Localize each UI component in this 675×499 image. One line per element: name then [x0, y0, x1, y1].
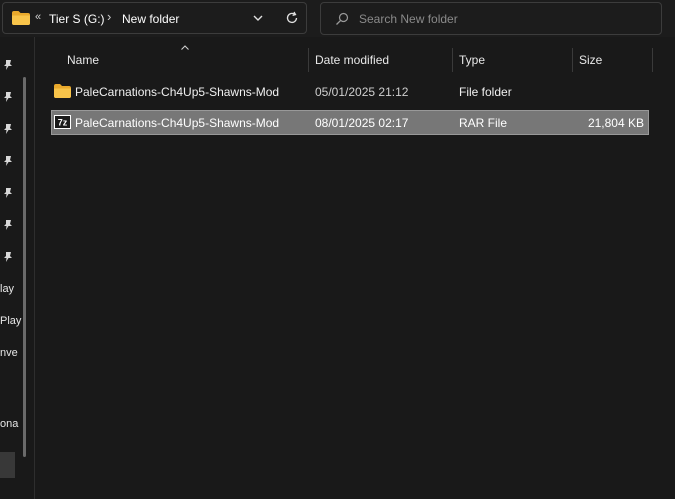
column-divider[interactable] [572, 48, 573, 72]
pin-icon[interactable] [3, 187, 13, 199]
file-type: RAR File [459, 116, 508, 130]
svg-text:7z: 7z [58, 118, 68, 128]
file-row-selected[interactable]: 7z PaleCarnations-Ch4Up5-Shawns-Mod 08/0… [51, 110, 649, 135]
sort-ascending-icon [181, 45, 189, 50]
file-row[interactable]: PaleCarnations-Ch4Up5-Shawns-Mod 05/01/2… [51, 79, 649, 104]
breadcrumb-drive[interactable]: Tier S (G:) [49, 12, 105, 26]
address-bar[interactable]: « Tier S (G:) › New folder [2, 2, 307, 34]
pin-icon[interactable] [3, 123, 13, 135]
folder-icon [54, 84, 71, 98]
navigation-pane: lay Play nve ona [0, 37, 35, 499]
column-header-date[interactable]: Date modified [315, 53, 389, 67]
search-box[interactable] [320, 2, 662, 35]
nav-scrollbar[interactable] [23, 77, 26, 457]
pin-icon[interactable] [3, 155, 13, 167]
address-overflow-icon[interactable]: « [35, 11, 41, 23]
column-divider[interactable] [308, 48, 309, 72]
column-header-row: Name Date modified Type Size [36, 44, 675, 76]
search-icon [336, 12, 349, 25]
breadcrumb-new-folder[interactable]: New folder [122, 12, 179, 26]
nav-item-label[interactable]: nve [0, 347, 18, 359]
file-name: PaleCarnations-Ch4Up5-Shawns-Mod [75, 116, 280, 130]
folder-icon [12, 11, 30, 25]
file-type: File folder [459, 85, 512, 99]
file-date: 08/01/2025 02:17 [315, 116, 409, 130]
nav-item-label[interactable]: Play [0, 315, 21, 327]
column-divider[interactable] [652, 48, 653, 72]
chevron-right-icon[interactable]: › [107, 9, 111, 24]
file-date: 05/01/2025 21:12 [315, 85, 409, 99]
file-name: PaleCarnations-Ch4Up5-Shawns-Mod [75, 85, 280, 99]
column-header-name[interactable]: Name [67, 53, 99, 67]
file-size: 21,804 KB [587, 116, 644, 130]
pin-icon[interactable] [3, 251, 13, 263]
pin-icon[interactable] [3, 59, 13, 71]
pin-icon[interactable] [3, 91, 13, 103]
pin-icon[interactable] [3, 219, 13, 231]
column-header-type[interactable]: Type [459, 53, 485, 67]
7zip-archive-icon: 7z [54, 115, 71, 129]
column-divider[interactable] [452, 48, 453, 72]
nav-item-label[interactable]: lay [0, 283, 14, 295]
search-input[interactable] [359, 9, 649, 29]
nav-item-highlight[interactable] [0, 452, 15, 478]
nav-item-label[interactable]: ona [0, 418, 18, 430]
refresh-icon[interactable] [284, 10, 300, 26]
chevron-down-icon[interactable] [251, 11, 265, 25]
column-header-size[interactable]: Size [579, 53, 602, 67]
top-bar: « Tier S (G:) › New folder [0, 0, 675, 37]
